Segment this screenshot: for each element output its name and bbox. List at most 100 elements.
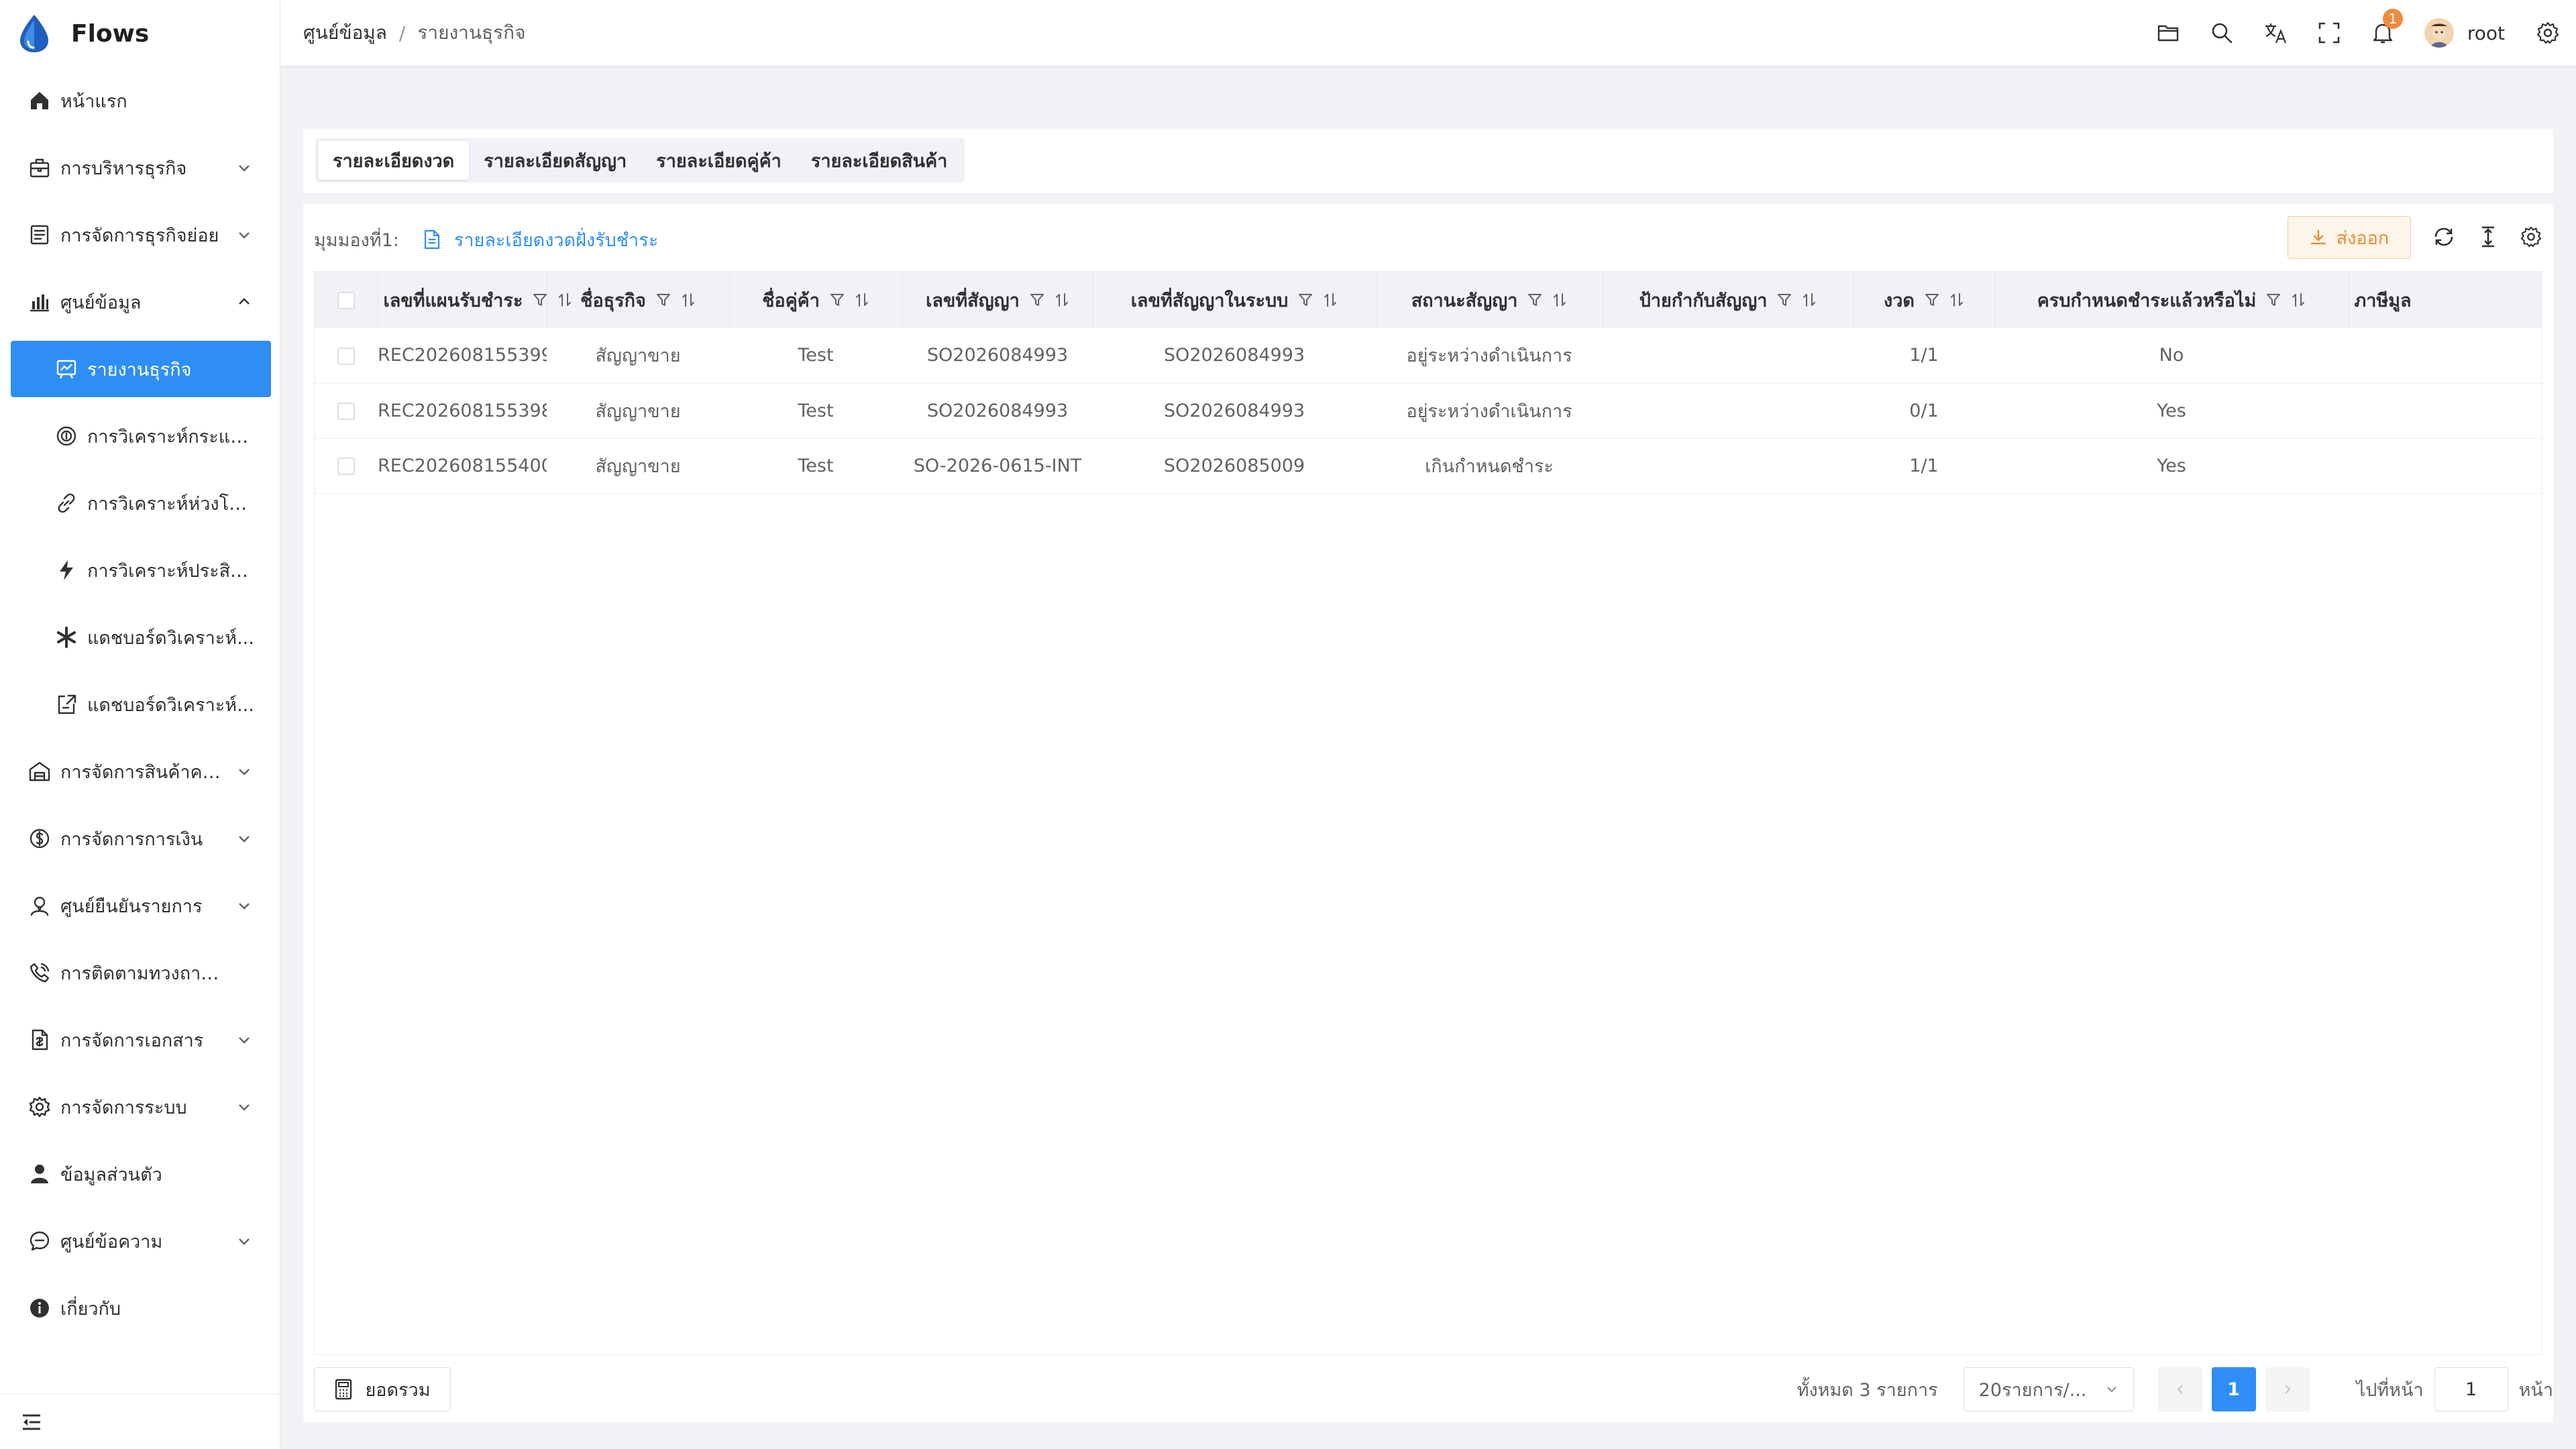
row-checkbox[interactable] (337, 347, 355, 365)
tab-partner-details[interactable]: รายละเอียดคู่ค้า (641, 141, 796, 180)
column-header-label: เลขที่สัญญา (926, 290, 1020, 311)
filter-icon[interactable] (1297, 292, 1313, 308)
filter-icon[interactable] (1029, 292, 1045, 308)
filter-icon[interactable] (1776, 292, 1792, 308)
table-cell: Yes (1994, 438, 2349, 494)
sidebar-item-14[interactable]: การจัดการเอกสาร (0, 1006, 280, 1073)
sidebar-item-5[interactable]: การวิเคราะห์กระแส... (0, 402, 280, 470)
sidebar-item-1[interactable]: การบริหารธุรกิจ (0, 134, 280, 201)
column-header-label: เลขที่แผนรับชำระ (383, 290, 523, 311)
table-cell: Test (729, 438, 902, 494)
sidebar-item-6[interactable]: การวิเคราะห์ห่วงโซ่... (0, 470, 280, 537)
sidebar-item-18[interactable]: เกี่ยวกับ (0, 1275, 280, 1342)
summary-label: ยอดรวม (365, 1379, 431, 1401)
filter-icon[interactable] (655, 292, 672, 308)
row-checkbox-cell (315, 438, 378, 494)
search-icon[interactable] (2210, 21, 2234, 45)
sort-icon[interactable] (1552, 292, 1567, 308)
sidebar-item-10[interactable]: การจัดการสินค้าคง... (0, 738, 280, 805)
column-header-9: ภาษีมูล (2349, 272, 2542, 328)
column-height-icon[interactable] (2477, 225, 2500, 248)
export-button[interactable]: ส่งออก (2288, 216, 2411, 259)
report-content: มุมมองที่1: รายละเอียดงวดฝั่งรับชำระ ส่ง… (303, 204, 2553, 1422)
sidebar-item-3[interactable]: ศูนย์ข้อมูล (0, 268, 280, 335)
sidebar-item-17[interactable]: ศูนย์ข้อความ (0, 1208, 280, 1275)
sort-icon[interactable] (1949, 292, 1964, 308)
sidebar-item-15[interactable]: การจัดการระบบ (0, 1073, 280, 1140)
chevron-down-icon (239, 836, 250, 843)
sort-icon[interactable] (681, 292, 696, 308)
sidebar-item-2[interactable]: การจัดการธุรกิจย่อย (0, 201, 280, 268)
sidebar-item-label: หน้าแรก (60, 91, 127, 112)
next-page-button[interactable] (2265, 1367, 2310, 1411)
table-row[interactable]: REC202608155398 สัญญาขาย Test SO2026084993 S… (315, 383, 2542, 439)
fullscreen-icon[interactable] (2317, 21, 2341, 45)
table-settings-icon[interactable] (2520, 225, 2542, 248)
table-row[interactable]: REC202608155400 สัญญาขาย Test SO-2026-0615-… (315, 438, 2542, 494)
filter-icon[interactable] (829, 292, 845, 308)
sidebar-item-12[interactable]: ศูนย์ยืนยันรายการ (0, 872, 280, 939)
page-size-select[interactable]: 20รายการ/... (1963, 1367, 2134, 1411)
sidebar-item-4[interactable]: รายงานธุรกิจ (11, 341, 271, 397)
home-icon (31, 92, 48, 109)
translate-icon[interactable] (2263, 21, 2288, 45)
tab-product-details[interactable]: รายละเอียดสินค้า (796, 141, 963, 180)
sort-icon[interactable] (1802, 292, 1817, 308)
notification-bell-icon[interactable]: 1 (2371, 9, 2403, 45)
app-logo[interactable]: Flows (16, 15, 149, 52)
sidebar-item-11[interactable]: การจัดการการเงิน (0, 805, 280, 872)
table-row[interactable]: REC202608155399 สัญญาขาย Test SO2026084993 S… (315, 328, 2542, 384)
sidebar-item-label: ศูนย์ยืนยันรายการ (60, 896, 203, 917)
prev-page-button[interactable] (2157, 1367, 2202, 1411)
sort-icon[interactable] (2291, 292, 2306, 308)
sidebar-menu: หน้าแรกการบริหารธุรกิจการจัดการธุรกิจย่อ… (0, 67, 280, 1342)
filter-icon[interactable] (2265, 292, 2282, 308)
sort-icon[interactable] (855, 292, 869, 308)
table-cell: SO2026085009 (1093, 438, 1376, 494)
sidebar-item-9[interactable]: แดชบอร์ดวิเคราะห์... (0, 671, 280, 738)
sidebar-item-label: แดชบอร์ดวิเคราะห์... (87, 694, 254, 716)
row-checkbox[interactable] (337, 458, 355, 475)
tab-contract-details[interactable]: รายละเอียดสัญญา (469, 141, 641, 180)
sort-icon[interactable] (1055, 292, 1069, 308)
filter-icon[interactable] (532, 292, 548, 308)
table-cell: REC202608155398 (378, 383, 547, 439)
sidebar-item-label: ข้อมูลส่วนตัว (60, 1164, 162, 1185)
page-number-1[interactable]: 1 (2211, 1367, 2256, 1411)
table-cell: Test (729, 328, 902, 384)
sidebar-item-7[interactable]: การวิเคราะห์ประสิท... (0, 537, 280, 604)
sort-icon[interactable] (557, 292, 572, 308)
select-all-checkbox[interactable] (337, 292, 355, 309)
pagination: ทั้งหมด 3 รายการ 20รายการ/... 1 ไปที่หน้… (1797, 1367, 2553, 1411)
refresh-icon[interactable] (2432, 225, 2455, 248)
column-header-0: เลขที่แผนรับชำระ (378, 272, 572, 328)
chevron-down-icon (239, 769, 250, 775)
folder-icon[interactable] (2156, 21, 2180, 45)
filter-icon[interactable] (1924, 292, 1940, 308)
sidebar-item-8[interactable]: แดชบอร์ดวิเคราะห์... (0, 604, 280, 671)
summary-button[interactable]: ยอดรวม (314, 1367, 451, 1411)
goto-page-input[interactable]: 1 (2434, 1367, 2508, 1411)
table-cell: Test (729, 383, 902, 439)
sidebar-item-0[interactable]: หน้าแรก (0, 67, 280, 134)
breadcrumb-item-data-center[interactable]: ศูนย์ข้อมูล (303, 18, 387, 48)
chevron-up-icon (239, 298, 250, 305)
sidebar-item-13[interactable]: การติดตามทวงถามหนี้ (0, 939, 280, 1006)
table-cell: 0/1 (1854, 383, 1994, 439)
row-checkbox[interactable] (337, 402, 355, 420)
settings-gear-icon[interactable] (2536, 21, 2560, 45)
lightning-icon (60, 560, 73, 580)
briefcase-icon (30, 158, 50, 178)
sidebar-item-label: การจัดการธุรกิจย่อย (60, 225, 219, 246)
tab-installment-details[interactable]: รายละเอียดงวด (318, 141, 470, 180)
user-menu[interactable]: root (2424, 18, 2505, 48)
sidebar-item-label: การวิเคราะห์กระแส... (87, 426, 255, 447)
table-cell: SO2026084993 (902, 383, 1093, 439)
collapse-sidebar-button[interactable] (0, 1394, 280, 1449)
view-link[interactable]: รายละเอียดงวดฝั่งรับชำระ (423, 225, 658, 254)
report-icon (56, 360, 76, 379)
sort-icon[interactable] (1323, 292, 1338, 308)
filter-icon[interactable] (1527, 292, 1543, 308)
sidebar-item-16[interactable]: ข้อมูลส่วนตัว (0, 1140, 280, 1208)
download-icon (2310, 229, 2326, 245)
